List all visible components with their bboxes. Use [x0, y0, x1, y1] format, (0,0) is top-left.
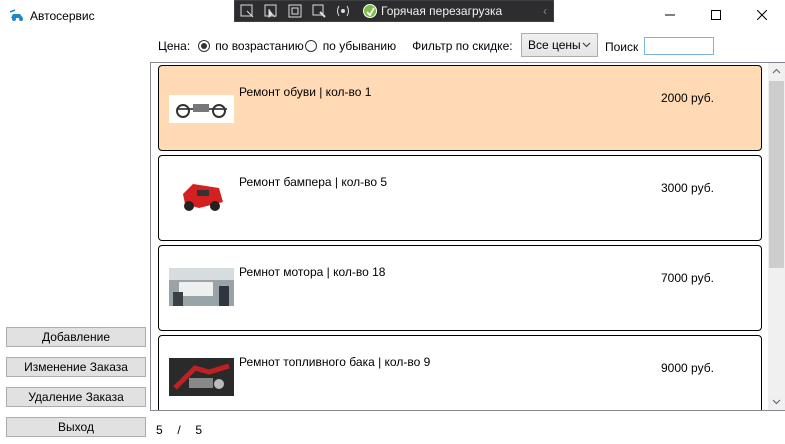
exit-button[interactable]: Выход: [6, 417, 146, 437]
maximize-button[interactable]: [693, 0, 739, 30]
service-item[interactable]: Ремонт бампера | кол-во 5 3000 руб.: [158, 155, 762, 241]
scroll-up-icon[interactable]: [768, 63, 785, 80]
hot-reload-button[interactable]: Горячая перезагрузка: [363, 4, 502, 18]
price-label: Цена:: [158, 39, 191, 53]
service-item[interactable]: Ремонт обуви | кол-во 1 2000 руб.: [158, 65, 762, 151]
search-input[interactable]: [644, 37, 714, 55]
add-button-label: Добавление: [42, 330, 110, 344]
service-title: Ремонт бампера | кол-во 5: [239, 175, 388, 189]
debug-toolbar: Горячая перезагрузка ‹: [234, 0, 554, 22]
discount-value: Все цены: [528, 38, 581, 52]
filter-bar: Цена: по возрастанию по убыванию Фильтр …: [158, 36, 513, 56]
search-label: Поиск: [605, 40, 639, 54]
delete-order-button[interactable]: Удаление Заказа: [6, 387, 146, 407]
pager: 5 / 5: [156, 423, 202, 437]
check-icon: [363, 4, 377, 18]
scroll-down-icon[interactable]: [768, 393, 785, 410]
minimize-icon: [665, 14, 675, 16]
discount-filter-label: Фильтр по скидке:: [412, 39, 513, 53]
chevron-down-icon: [582, 42, 591, 48]
service-image: [169, 358, 234, 396]
select-element-icon[interactable]: [235, 1, 259, 21]
service-image: [169, 95, 234, 123]
pager-current: 5: [156, 423, 163, 437]
close-button[interactable]: [739, 0, 785, 30]
add-button[interactable]: Добавление: [6, 327, 146, 347]
service-price: 2000 руб.: [661, 91, 714, 105]
service-item[interactable]: Ремнот мотора | кол-во 18 7000 руб.: [158, 245, 762, 331]
service-item[interactable]: Ремнот топливного бака | кол-во 9 9000 р…: [158, 335, 762, 410]
maximize-icon: [711, 10, 721, 20]
edit-order-label: Изменение Заказа: [24, 360, 128, 374]
chevron-left-icon[interactable]: ‹: [543, 4, 547, 18]
window-title: Автосервис: [30, 9, 95, 23]
sort-asc-label[interactable]: по возрастанию: [215, 39, 304, 53]
track-focus-icon[interactable]: [307, 1, 331, 21]
binding-icon[interactable]: [331, 1, 355, 21]
sort-desc-radio[interactable]: [304, 40, 317, 52]
service-image: [169, 176, 234, 216]
close-icon: [757, 10, 767, 20]
delete-order-label: Удаление Заказа: [28, 390, 124, 404]
sort-desc-label[interactable]: по убыванию: [323, 39, 396, 53]
service-title: Ремонт обуви | кол-во 1: [239, 85, 372, 99]
pager-separator: /: [177, 423, 181, 437]
sort-asc-radio[interactable]: [198, 40, 211, 52]
service-title: Ремнот мотора | кол-во 18: [239, 265, 386, 279]
discount-combobox[interactable]: Все цены: [521, 33, 598, 57]
car-icon: [9, 9, 23, 21]
service-price: 3000 руб.: [661, 181, 714, 195]
frame-icon[interactable]: [283, 1, 307, 21]
hot-reload-label: Горячая перезагрузка: [381, 4, 503, 18]
service-title: Ремнот топливного бака | кол-во 9: [239, 355, 431, 369]
vertical-scrollbar[interactable]: [768, 63, 785, 410]
service-image: [169, 268, 234, 306]
pager-total: 5: [195, 423, 203, 437]
scroll-thumb[interactable]: [769, 81, 784, 268]
minimize-button[interactable]: [647, 0, 693, 30]
service-list[interactable]: Ремонт обуви | кол-во 1 2000 руб. Ремонт…: [150, 62, 785, 411]
edit-order-button[interactable]: Изменение Заказа: [6, 357, 146, 377]
pointer-icon[interactable]: [259, 1, 283, 21]
service-price: 7000 руб.: [661, 271, 714, 285]
service-price: 9000 руб.: [661, 361, 714, 375]
exit-label: Выход: [58, 420, 94, 434]
